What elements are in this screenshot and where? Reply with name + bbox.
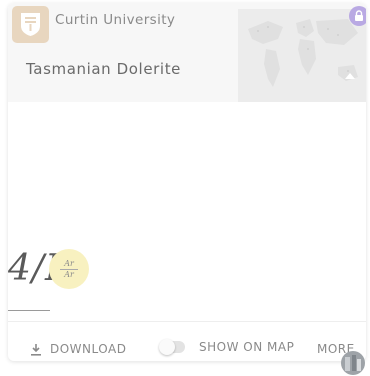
download-label: DOWNLOAD <box>50 342 127 356</box>
university-logo <box>12 6 49 43</box>
world-map-thumbnail <box>238 9 366 102</box>
dataset-title[interactable]: Tasmanian Dolerite <box>26 60 181 78</box>
dataset-card: Curtin University Tasmanian Dolerite 4/F… <box>8 3 366 361</box>
divider-line <box>8 310 50 311</box>
show-on-map-label: SHOW ON MAP <box>199 340 295 354</box>
toggle-switch[interactable] <box>159 339 185 355</box>
institution-name: Curtin University <box>55 12 176 28</box>
card-footer: DOWNLOAD SHOW ON MAP MORE <box>8 321 366 361</box>
badge-numerator: Ar <box>64 258 74 268</box>
argon-ratio-badge: Ar Ar <box>49 249 89 289</box>
card-header: Curtin University Tasmanian Dolerite <box>8 3 366 102</box>
avatar[interactable] <box>341 351 365 375</box>
download-icon <box>31 343 41 356</box>
lock-icon <box>349 6 366 26</box>
download-button[interactable]: DOWNLOAD <box>30 342 126 356</box>
badge-denominator: Ar <box>64 269 74 279</box>
toggle-knob <box>159 339 175 355</box>
show-on-map-toggle[interactable]: SHOW ON MAP <box>159 339 295 355</box>
